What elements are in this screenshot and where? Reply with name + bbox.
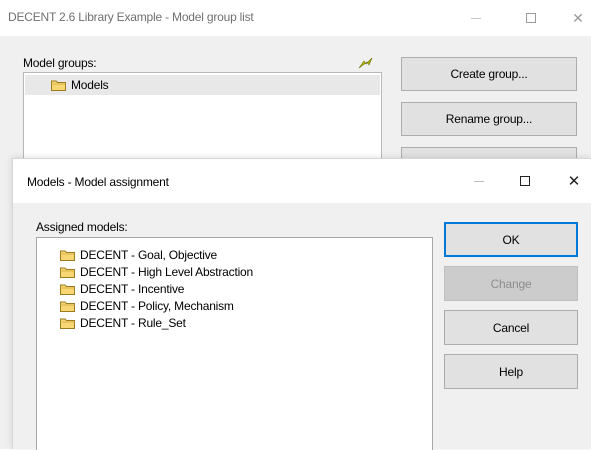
help-button[interactable]: Help <box>444 354 578 389</box>
rename-group-button[interactable]: Rename group... <box>401 102 577 136</box>
main-title-bar[interactable]: DECENT 2.6 Library Example - Model group… <box>0 0 591 36</box>
folder-icon <box>51 80 66 91</box>
change-button[interactable]: Change <box>444 266 578 301</box>
create-group-button[interactable]: Create group... <box>401 57 577 91</box>
dialog-close-button[interactable]: ✕ <box>554 159 591 203</box>
maximize-icon <box>526 13 536 23</box>
list-item[interactable]: DECENT - Rule_Set <box>60 315 186 331</box>
dialog-title-bar[interactable]: Models - Model assignment ✕ <box>13 159 591 203</box>
assigned-models-list[interactable]: DECENT - Goal, Objective DECENT - High L… <box>36 237 433 450</box>
main-window-title: DECENT 2.6 Library Example - Model group… <box>8 10 254 24</box>
model-groups-label: Model groups: <box>23 56 97 70</box>
close-icon: ✕ <box>567 173 581 190</box>
folder-icon <box>60 301 75 312</box>
dialog-maximize-button[interactable] <box>505 159 545 203</box>
model-assignment-dialog: Models - Model assignment ✕ Assigned mod… <box>12 158 591 450</box>
lightning-icon <box>358 57 373 69</box>
list-item[interactable]: DECENT - Policy, Mechanism <box>60 298 234 314</box>
model-name: DECENT - High Level Abstraction <box>80 265 253 279</box>
list-item[interactable]: Models <box>25 75 380 95</box>
close-button[interactable]: ✕ <box>555 0 591 36</box>
list-item[interactable]: DECENT - Incentive <box>60 281 184 297</box>
ok-button[interactable]: OK <box>444 222 578 257</box>
folder-icon <box>60 318 75 329</box>
dialog-minimize-button[interactable] <box>459 159 499 203</box>
model-name: DECENT - Goal, Objective <box>80 248 218 262</box>
group-name: Models <box>71 78 109 92</box>
close-icon: ✕ <box>572 9 584 26</box>
list-item[interactable]: DECENT - High Level Abstraction <box>60 264 253 280</box>
maximize-button[interactable] <box>508 0 554 36</box>
list-item[interactable]: DECENT - Goal, Objective <box>60 247 217 263</box>
model-name: DECENT - Incentive <box>80 282 185 296</box>
dialog-title: Models - Model assignment <box>27 175 169 189</box>
minimize-icon <box>471 17 481 19</box>
minimize-icon <box>474 180 484 182</box>
folder-icon <box>60 284 75 295</box>
folder-icon <box>60 250 75 261</box>
maximize-icon <box>520 176 530 186</box>
assigned-models-label: Assigned models: <box>36 220 128 234</box>
minimize-button[interactable] <box>453 0 499 36</box>
model-groups-list[interactable]: Models <box>23 72 382 172</box>
folder-icon <box>60 267 75 278</box>
cancel-button[interactable]: Cancel <box>444 310 578 345</box>
model-name: DECENT - Policy, Mechanism <box>80 299 234 313</box>
model-name: DECENT - Rule_Set <box>80 316 186 330</box>
